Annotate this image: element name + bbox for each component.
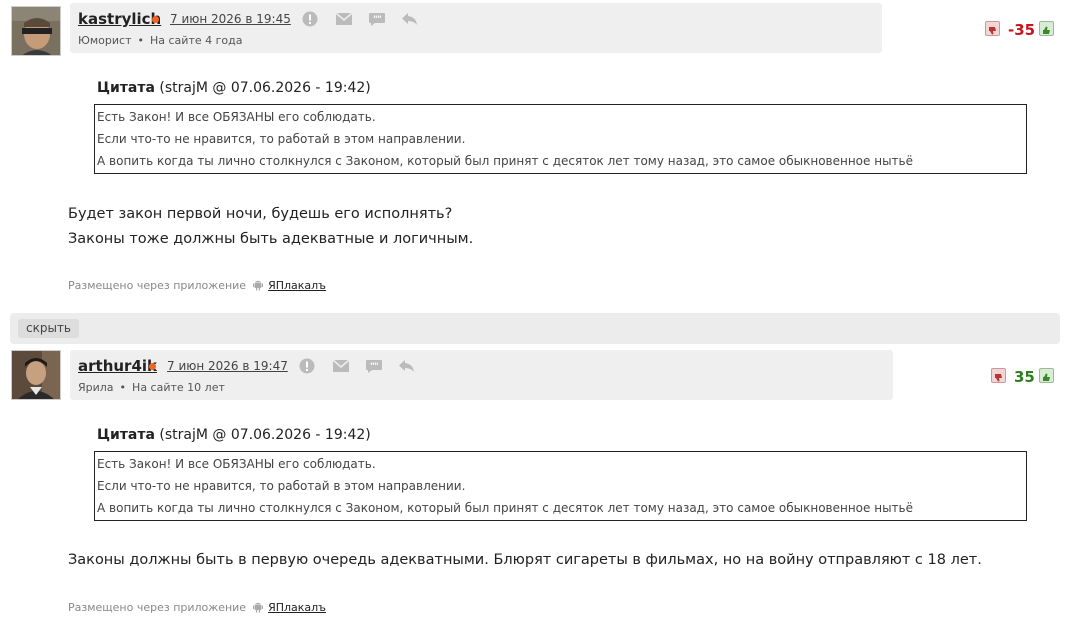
user-meta: Юморист • На сайте 4 года — [78, 34, 243, 47]
user-meta: Ярила • На сайте 10 лет — [78, 381, 225, 394]
body-line: Законы тоже должны быть адекватные и лог… — [68, 231, 474, 247]
reply-icon[interactable] — [401, 11, 419, 27]
online-indicator — [152, 16, 159, 23]
thumb-down-icon[interactable] — [991, 368, 1006, 383]
app-link[interactable]: ЯПлакалъ — [268, 279, 326, 292]
android-icon — [252, 602, 263, 613]
quote-icon[interactable]: " " — [365, 358, 383, 374]
quote-icon[interactable]: " " — [368, 11, 386, 27]
hide-button[interactable]: скрыть — [18, 319, 79, 338]
post-1: kastrylich 7 июн 2026 в 19:45 " " Юморист… — [0, 0, 1070, 313]
posted-via-label: Размещено через приложение — [68, 279, 247, 292]
posted-via-label: Размещено через приложение — [68, 601, 247, 614]
quote-box: Есть Закон! И все ОБЯЗАНЫ его соблюдать.… — [94, 104, 1027, 174]
warning-icon[interactable] — [299, 358, 317, 374]
quote-line: А вопить когда ты лично столкнулся с Зак… — [97, 154, 913, 168]
user-rank: Ярила — [78, 381, 114, 394]
body-line: Законы должны быть в первую очередь адек… — [68, 552, 982, 568]
post-header: kastrylich 7 июн 2026 в 19:45 " " Юморист… — [70, 3, 882, 53]
quote-line: Если что-то не нравится, то работай в эт… — [97, 479, 466, 493]
thumb-down-icon[interactable] — [985, 21, 1000, 36]
svg-text:": " — [377, 15, 382, 25]
quote-line: Если что-то не нравится, то работай в эт… — [97, 132, 466, 146]
quote-meta: (strajM @ 07.06.2026 - 19:42) — [159, 80, 371, 96]
user-on-site: На сайте 4 года — [150, 34, 243, 47]
rating-value: -35 — [1008, 21, 1036, 39]
quote-label: Цитата — [97, 80, 155, 96]
thumb-up-icon[interactable] — [1039, 21, 1054, 36]
rating: 35 — [991, 368, 1057, 388]
avatar[interactable] — [11, 6, 61, 56]
app-link[interactable]: ЯПлакалъ — [268, 601, 326, 614]
android-icon — [252, 280, 263, 291]
avatar[interactable] — [11, 350, 61, 400]
user-on-site: На сайте 10 лет — [132, 381, 225, 394]
warning-icon[interactable] — [302, 11, 320, 27]
rating: -35 — [985, 21, 1057, 41]
post-header: arthur4ik 7 июн 2026 в 19:47 " " Ярила • На… — [70, 350, 893, 400]
quote-label: Цитата — [97, 427, 155, 443]
envelope-icon[interactable] — [335, 11, 353, 27]
post-body: Будет закон первой ночи, будешь его испо… — [68, 202, 473, 252]
posted-via: Размещено через приложение ЯПлакалъ — [68, 279, 326, 292]
user-rank: Юморист — [78, 34, 132, 47]
post-2: arthur4ik 7 июн 2026 в 19:47 " " Ярила • На… — [0, 344, 1070, 622]
rating-value: 35 — [1014, 368, 1035, 386]
quote-line: Есть Закон! И все ОБЯЗАНЫ его соблюдать. — [97, 110, 376, 124]
post-date-link[interactable]: 7 июн 2026 в 19:47 — [167, 359, 288, 373]
username-link[interactable]: kastrylich — [78, 10, 161, 28]
envelope-icon[interactable] — [332, 358, 350, 374]
quote-meta: (strajM @ 07.06.2026 - 19:42) — [159, 427, 371, 443]
hide-bar: скрыть — [10, 313, 1060, 344]
quote-title: Цитата (strajM @ 07.06.2026 - 19:42) — [97, 427, 371, 443]
online-indicator — [149, 363, 156, 370]
quote-line: Есть Закон! И все ОБЯЗАНЫ его соблюдать. — [97, 457, 376, 471]
posted-via: Размещено через приложение ЯПлакалъ — [68, 601, 326, 614]
post-body: Законы должны быть в первую очередь адек… — [68, 548, 982, 573]
thumb-up-icon[interactable] — [1039, 368, 1054, 383]
reply-icon[interactable] — [398, 358, 416, 374]
quote-box: Есть Закон! И все ОБЯЗАНЫ его соблюдать.… — [94, 451, 1027, 521]
username-link[interactable]: arthur4ik — [78, 357, 157, 375]
quote-title: Цитата (strajM @ 07.06.2026 - 19:42) — [97, 80, 371, 96]
svg-text:": " — [374, 362, 379, 372]
quote-line: А вопить когда ты лично столкнулся с Зак… — [97, 501, 913, 515]
post-date-link[interactable]: 7 июн 2026 в 19:45 — [170, 12, 291, 26]
body-line: Будет закон первой ночи, будешь его испо… — [68, 206, 453, 222]
